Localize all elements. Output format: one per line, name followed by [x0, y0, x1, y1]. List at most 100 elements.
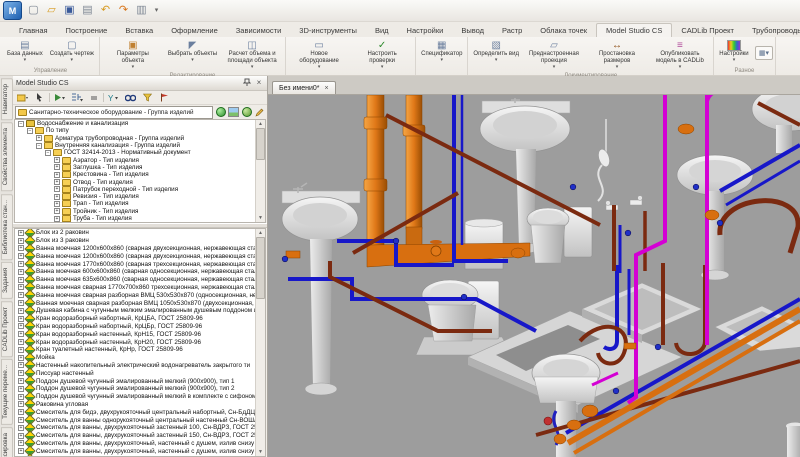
- list-expander-icon[interactable]: +: [18, 417, 24, 423]
- apply-filter-button[interactable]: [215, 107, 226, 118]
- list-item[interactable]: +Смеситель для ванны, двухрукояточный за…: [15, 432, 256, 440]
- calc-volume-button[interactable]: ◫Расчет объема и площади объекта▾: [221, 38, 283, 72]
- tree-expander-icon[interactable]: +: [54, 179, 60, 185]
- list-scrollbar[interactable]: ▲ ▼: [255, 229, 265, 456]
- list-expander-icon[interactable]: +: [18, 370, 24, 376]
- list-item[interactable]: +Поддон душевой чугунный эмалированный м…: [15, 377, 256, 385]
- list-item[interactable]: +Ванная моечная сварная разборная ВМЦ 10…: [15, 299, 256, 307]
- list-item[interactable]: +Смеситель для ванны, двухрукояточный, н…: [15, 447, 256, 455]
- configure-checks-button[interactable]: ✓Настроить проверки▾: [351, 38, 413, 75]
- list-expander-icon[interactable]: +: [18, 292, 24, 298]
- list-item[interactable]: +Ванна моечная сварная 1770x700x860 трех…: [15, 284, 256, 292]
- ribbon-tab[interactable]: Трубопроводы: [743, 24, 800, 37]
- list-item[interactable]: +Блок из 3 раковин: [15, 237, 256, 245]
- ribbon-tab[interactable]: Model Studio CS: [596, 23, 672, 37]
- list-item[interactable]: +Смеситель для ванны, однорукояточный, н…: [15, 455, 256, 456]
- side-tab[interactable]: Текущие переме...: [1, 359, 13, 425]
- list-item[interactable]: +Ванна моечная 635x600x860 (сварная одно…: [15, 276, 256, 284]
- object-params-button[interactable]: ▣Параметры объекта▾: [102, 38, 164, 72]
- tree-expander-icon[interactable]: +: [54, 164, 60, 170]
- list-item[interactable]: +Кран водоразборный набортный, КрЦБр, ГО…: [15, 323, 256, 331]
- tree-expander-icon[interactable]: −: [18, 121, 24, 127]
- tree-row[interactable]: −Водоснабжение и канализация: [15, 120, 256, 127]
- list-item[interactable]: +Кран водоразборный набортный, КрЦБА, ГО…: [15, 315, 256, 323]
- list-expander-icon[interactable]: +: [18, 269, 24, 275]
- ribbon-tab[interactable]: Настройки: [398, 24, 453, 37]
- app-logo-icon[interactable]: M: [3, 1, 22, 20]
- tree-row[interactable]: +Крестовина - Тип изделия: [15, 171, 256, 178]
- tree-expander-icon[interactable]: +: [54, 186, 60, 192]
- specificator-button[interactable]: ▦Спецификатор▾: [418, 38, 465, 75]
- pedestal-far-right[interactable]: [786, 423, 800, 457]
- tree-row[interactable]: −По типу: [15, 127, 256, 134]
- ribbon-tab[interactable]: 3D-инструменты: [290, 24, 366, 37]
- list-expander-icon[interactable]: +: [18, 253, 24, 259]
- list-item[interactable]: +Душевая кабина с чугунным мелким эмалир…: [15, 307, 256, 315]
- ribbon-tab[interactable]: Оформление: [162, 24, 227, 37]
- tree-expander-icon[interactable]: +: [54, 157, 60, 163]
- list-expander-icon[interactable]: +: [18, 284, 24, 290]
- document-tab-close-icon[interactable]: ×: [325, 85, 329, 92]
- side-tab[interactable]: Навигатор: [1, 78, 13, 120]
- ribbon-tab[interactable]: Зависимости: [227, 24, 291, 37]
- list-item[interactable]: +Ванна моечная 1200x600x860 (сварная дву…: [15, 252, 256, 260]
- list-item[interactable]: +Кран водоразборный настенный, КрН15, ГО…: [15, 330, 256, 338]
- place-dimensions-button[interactable]: ↔Простановка размеров▾: [586, 38, 648, 72]
- side-tab[interactable]: Трассировка: [1, 427, 13, 457]
- tree-expander-icon[interactable]: +: [54, 201, 60, 207]
- list-expander-icon[interactable]: +: [18, 331, 24, 337]
- ribbon-tab[interactable]: Вывод: [452, 24, 493, 37]
- new-doc-icon[interactable]: ▢: [25, 2, 42, 19]
- tree-row[interactable]: +Патрубок переходной - Тип изделия: [15, 186, 256, 193]
- list-item[interactable]: +Ванна моечная 1200x600x860 (сварная дву…: [15, 245, 256, 253]
- list-expander-icon[interactable]: +: [18, 386, 24, 392]
- list-item[interactable]: +Кран водоразборный настенный, КрН20, ГО…: [15, 338, 256, 346]
- save-icon[interactable]: ▣: [61, 2, 78, 19]
- plot-preview-icon[interactable]: ▤: [79, 2, 96, 19]
- open-folder-icon[interactable]: ▱: [43, 2, 60, 19]
- print-icon[interactable]: ▥: [133, 2, 150, 19]
- ribbon-tab[interactable]: Вид: [366, 24, 398, 37]
- customize-dropdown-icon[interactable]: ▾: [151, 2, 162, 19]
- select-objects-button[interactable]: ◤Выбрать объекты▾: [165, 38, 220, 72]
- undo-icon[interactable]: ↶: [97, 2, 114, 19]
- palette-pin-icon[interactable]: [242, 78, 252, 88]
- side-tab[interactable]: Задания: [1, 262, 13, 299]
- list-item[interactable]: +Смеситель для ванны, двухрукояточный за…: [15, 424, 256, 432]
- misc-extra-button[interactable]: ▦▾: [755, 46, 773, 60]
- tree-row[interactable]: +Арматура трубопроводная - Группа издели…: [15, 135, 256, 142]
- folder-dropdown-icon[interactable]: [15, 91, 30, 104]
- side-tab[interactable]: CADLib Проект: [1, 301, 13, 357]
- database-button[interactable]: ▤База данных▾: [4, 38, 46, 67]
- tree-row[interactable]: +Тройник - Тип изделия: [15, 208, 256, 215]
- list-item[interactable]: +Кран туалетный настенный, КрНр, ГОСТ 25…: [15, 346, 256, 354]
- tree-expander-icon[interactable]: +: [54, 208, 60, 214]
- ribbon-tab[interactable]: Растр: [493, 24, 531, 37]
- list-item[interactable]: +Смеситель для ванны, двухрукояточный, н…: [15, 440, 256, 448]
- ribbon-tab[interactable]: Облака точек: [531, 24, 596, 37]
- palette-close-icon[interactable]: ×: [254, 78, 264, 88]
- tree-scrollbar[interactable]: ▲ ▼: [255, 120, 265, 222]
- tree-expander-icon[interactable]: +: [54, 216, 60, 222]
- list-item[interactable]: +Раковина угловая: [15, 401, 256, 409]
- list-item[interactable]: +Поддон душевой чугунный эмалированный м…: [15, 385, 256, 393]
- sort-dropdown-icon[interactable]: Y: [106, 91, 121, 104]
- list-item[interactable]: +Ванна моечная 1770x600x860 (сварная тре…: [15, 260, 256, 268]
- list-expander-icon[interactable]: +: [18, 261, 24, 267]
- list-expander-icon[interactable]: +: [18, 323, 24, 329]
- tree-expander-icon[interactable]: −: [36, 143, 42, 149]
- list-expander-icon[interactable]: +: [18, 425, 24, 431]
- list-item[interactable]: +Смеситель для ванны однорукояточный цен…: [15, 416, 256, 424]
- tree-row[interactable]: +Отвод - Тип изделия: [15, 178, 256, 185]
- list-item[interactable]: +Поддон душевой чугунный эмалированный м…: [15, 393, 256, 401]
- category-combo[interactable]: Санитарно-техническое оборудование - Гру…: [15, 106, 213, 119]
- refresh-button[interactable]: [241, 107, 252, 118]
- list-item[interactable]: +Ванна моечная 600x600x860 (сварная одно…: [15, 268, 256, 276]
- flag-icon[interactable]: [157, 91, 172, 104]
- tree-row[interactable]: +Аэратор - Тип изделия: [15, 156, 256, 163]
- tree-row[interactable]: +Заглушка - Тип изделия: [15, 164, 256, 171]
- tree-row[interactable]: +Трап - Тип изделия: [15, 200, 256, 207]
- viewport-3d[interactable]: [268, 95, 800, 457]
- list-expander-icon[interactable]: +: [18, 378, 24, 384]
- list-expander-icon[interactable]: +: [18, 362, 24, 368]
